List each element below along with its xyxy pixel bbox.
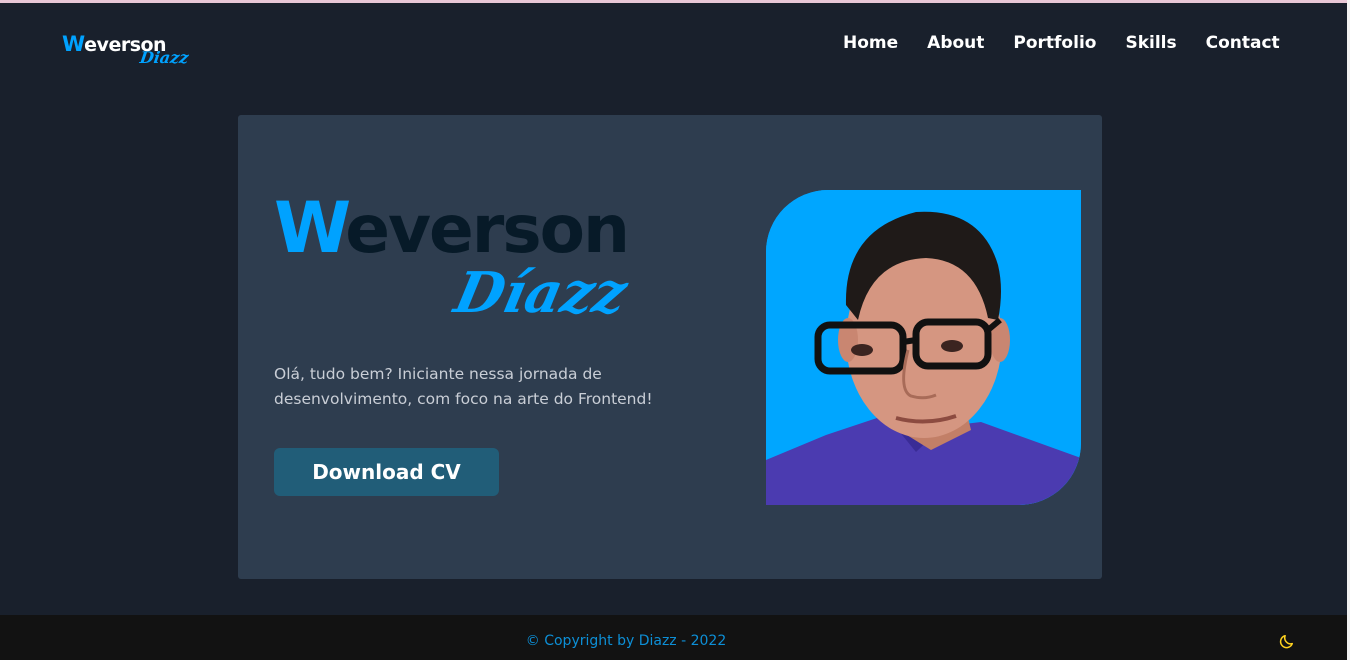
- download-cv-button[interactable]: Download CV: [274, 448, 499, 496]
- hero-card: Weverson Díazz Olá, tudo bem? Iniciante …: [238, 115, 1102, 579]
- hero-initial: W: [274, 187, 351, 269]
- profile-portrait: [766, 190, 1081, 505]
- hero-first-name: Weverson: [274, 193, 630, 263]
- hero-first-rest: everson: [345, 191, 630, 268]
- nav-contact[interactable]: Contact: [1206, 33, 1280, 53]
- main-nav: Home About Portfolio Skills Contact: [843, 33, 1309, 53]
- hero-name: Weverson Díazz: [274, 193, 634, 343]
- intro-text: Olá, tudo bem? Iniciante nessa jornada d…: [274, 365, 653, 408]
- profile-photo: [766, 190, 1081, 505]
- logo-initial: W: [62, 32, 85, 56]
- logo[interactable]: Weverson Diazz: [62, 30, 192, 70]
- moon-icon[interactable]: [1278, 632, 1296, 650]
- nav-home[interactable]: Home: [843, 33, 898, 53]
- hero-last-name: Díazz: [448, 260, 633, 326]
- nav-about[interactable]: About: [927, 33, 984, 53]
- nav-portfolio[interactable]: Portfolio: [1013, 33, 1096, 53]
- page: Weverson Diazz Home About Portfolio Skil…: [0, 0, 1350, 660]
- logo-last-name: Diazz: [138, 48, 190, 67]
- nav-skills[interactable]: Skills: [1125, 33, 1176, 53]
- top-border: [0, 0, 1347, 3]
- footer: © Copyright by Diazz - 2022: [0, 615, 1347, 660]
- copyright-text: © Copyright by Diazz - 2022: [525, 633, 727, 649]
